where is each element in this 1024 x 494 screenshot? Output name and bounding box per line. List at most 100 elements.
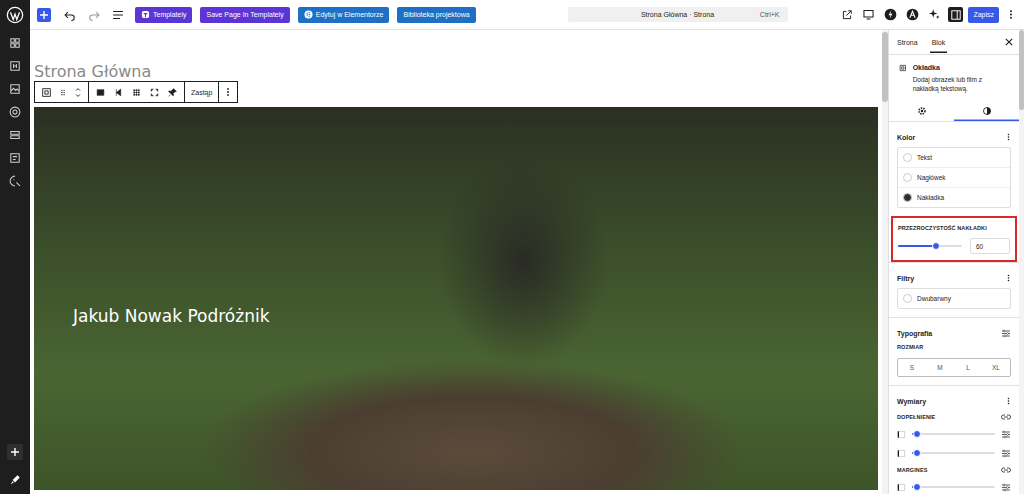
document-overview-icon[interactable] [111, 8, 125, 22]
document-bar[interactable]: Strona Główna · StronaCtrl+K [568, 7, 788, 22]
toolbar-action-button[interactable]: Templately [135, 7, 192, 23]
block-tool-icon[interactable] [95, 87, 106, 98]
cover-block-icon[interactable] [41, 87, 52, 98]
sidebar-content: Strona Blok OkładkaDodaj obrazek lub film … [889, 30, 1019, 494]
rail-tool-icon[interactable] [8, 82, 22, 96]
panel-options-icon[interactable] [1006, 132, 1011, 142]
color-swatch [903, 153, 912, 162]
block-options-icon[interactable] [225, 86, 231, 98]
move-up-down-icon[interactable] [74, 86, 82, 99]
link-icon[interactable] [1001, 413, 1011, 421]
dimension-slider[interactable] [912, 433, 995, 435]
unit-settings-icon[interactable] [1001, 449, 1011, 458]
dimension-row [897, 447, 1011, 459]
slider-thumb[interactable] [932, 242, 940, 250]
sidebar-tabs: Strona Blok [889, 30, 1019, 55]
font-size-option[interactable]: M [926, 359, 954, 376]
opacity-row: 60 [898, 238, 1010, 254]
duotone-swatch [903, 294, 912, 303]
undo-icon[interactable] [63, 8, 77, 22]
unit-settings-icon[interactable] [1001, 483, 1011, 492]
toolbar-action-button[interactable]: Biblioteka projektowa [397, 7, 475, 23]
panel-options-icon[interactable] [1006, 273, 1011, 283]
block-description: Dodaj obrazek lub film z nakładką teksto… [913, 76, 1009, 93]
toolbar-action-button[interactable]: Edytuj w Elementorze [298, 7, 390, 23]
page-title[interactable]: Strona Główna [34, 63, 878, 81]
block-editor: Templately Save Page In Templately Edytuj … [0, 0, 1024, 494]
toolbar-center: Strona Główna · StronaCtrl+K [476, 7, 840, 22]
settings-toggle-icon[interactable] [948, 7, 963, 22]
close-icon[interactable] [1005, 38, 1013, 46]
slider-thumb[interactable] [913, 483, 921, 491]
sidebar-scrollbar[interactable] [1019, 30, 1024, 494]
scroll-thumb[interactable] [1019, 30, 1024, 110]
opacity-value-input[interactable]: 60 [970, 238, 1010, 254]
block-tool-icon[interactable] [167, 87, 178, 98]
filter-list: Dwubarwny [897, 288, 1011, 309]
cover-heading[interactable]: Jakub Nowak Podróżnik [73, 306, 270, 326]
replace-button[interactable]: Zastąp [191, 89, 212, 96]
slider-thumb[interactable] [913, 449, 921, 457]
rail-tool-icon[interactable] [8, 174, 22, 188]
cover-block[interactable]: Jakub Nowak Podróżnik [34, 107, 878, 490]
color-item[interactable]: Nagłówek [898, 168, 1010, 188]
dimension-slider[interactable] [912, 486, 995, 488]
block-tool-icon[interactable] [131, 87, 142, 98]
rail-tool-icon[interactable] [8, 128, 22, 142]
rail-add-icon[interactable] [7, 444, 23, 460]
rail-tool-icon[interactable] [8, 59, 22, 73]
font-size-option[interactable]: S [898, 359, 926, 376]
slider-thumb[interactable] [913, 430, 921, 438]
a-plugin-icon[interactable] [906, 8, 919, 21]
typography-panel: TypografiaROZMIARSMLXL [889, 317, 1019, 385]
color-item[interactable]: Tekst [898, 148, 1010, 168]
desktop-preview-icon[interactable] [862, 8, 875, 21]
ai-sparkle-icon[interactable] [928, 8, 941, 21]
editor-body: Strona Główna Zastąp Jakub Nowak Podróżnik… [0, 30, 1024, 494]
plus-icon [39, 10, 49, 20]
add-block-button[interactable] [37, 8, 51, 22]
wordpress-logo-icon[interactable] [0, 0, 30, 30]
toolbar-action-button[interactable]: Save Page In Templately [200, 7, 289, 23]
opacity-slider[interactable] [898, 245, 962, 247]
block-tool-icon[interactable] [149, 87, 160, 98]
sidebar-tab[interactable]: Blok [930, 32, 948, 53]
rail-tool-icon[interactable] [8, 105, 22, 119]
view-page-icon[interactable] [841, 9, 853, 21]
unit-settings-icon[interactable] [1001, 430, 1011, 439]
save-button[interactable]: Zapisz [968, 7, 999, 23]
panel-tab[interactable] [889, 101, 954, 121]
font-size-option[interactable]: XL [982, 359, 1010, 376]
filter-item[interactable]: Dwubarwny [898, 289, 1010, 308]
panel-title: Typografia [897, 330, 932, 337]
options-kebab-icon[interactable] [1006, 8, 1016, 21]
panel-tabs [889, 101, 1019, 122]
panel-tab[interactable] [954, 101, 1019, 121]
dimension-header: MARGINES [897, 466, 1011, 474]
panel-options-icon[interactable] [1006, 396, 1011, 406]
dimensions-panel: WymiaryDOPEŁNIENIEMARGINES [889, 385, 1019, 494]
typography-options-icon[interactable] [1001, 329, 1011, 338]
color-item[interactable]: Nakładka [898, 188, 1010, 207]
brush-icon[interactable] [9, 474, 21, 486]
lightning-plugin-icon[interactable] [884, 8, 897, 21]
redo-icon[interactable] [87, 8, 101, 22]
rail-tool-icon[interactable] [8, 36, 22, 50]
color-label: Nagłówek [917, 174, 946, 181]
font-size-option[interactable]: L [954, 359, 982, 376]
rail-tool-icon[interactable] [8, 151, 22, 165]
gear-icon [917, 106, 927, 116]
block-tool-icon[interactable] [113, 87, 124, 98]
toolbar-right: Zapisz [839, 7, 1024, 23]
dimension-slider[interactable] [912, 452, 995, 454]
block-toolbar-group [89, 82, 185, 102]
action-label: Templately [153, 11, 186, 18]
panel-title: Filtry [897, 275, 914, 282]
dimension-group: DOPEŁNIENIE [897, 413, 1011, 459]
link-icon[interactable] [1001, 466, 1011, 474]
drag-handle-icon[interactable] [59, 87, 67, 98]
sidebar-tab[interactable]: Strona [895, 32, 920, 53]
opacity-label: PRZEZROCZYSTOŚĆ NAKŁADKI [898, 224, 1010, 232]
block-card-text: OkładkaDodaj obrazek lub film z nakładką… [913, 63, 1009, 93]
command-shortcut: Ctrl+K [760, 11, 780, 18]
